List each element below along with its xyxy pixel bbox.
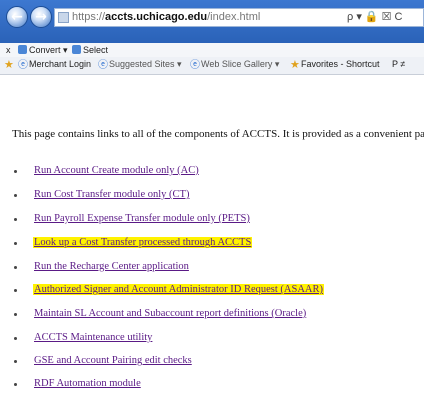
bullet-icon xyxy=(14,170,17,173)
favorites-bar: ★ ⓔMerchant Login ⓔSuggested Sites ▾ ⓔWe… xyxy=(0,57,424,75)
link-asaar-request[interactable]: Authorized Signer and Account Administra… xyxy=(33,284,324,295)
back-arrow-icon: ← xyxy=(11,9,23,25)
link-gse-account-pairing[interactable]: GSE and Account Pairing edit checks xyxy=(33,355,193,366)
address-bar[interactable]: https://accts.uchicago.edu/index.html ρ … xyxy=(54,8,424,27)
favorite-label: P ≠ xyxy=(392,59,406,69)
convert-icon xyxy=(18,45,27,54)
back-button[interactable]: ← xyxy=(6,6,28,28)
url-text[interactable]: https://accts.uchicago.edu/index.html xyxy=(72,9,260,26)
url-path: /index.html xyxy=(207,11,261,23)
favorite-label: Favorites - Shortcut xyxy=(301,59,380,69)
forward-arrow-icon: → xyxy=(35,9,47,25)
ie-page-icon: ⓔ xyxy=(18,60,28,71)
browser-titlebar: ← → https://accts.uchicago.edu/index.htm… xyxy=(0,0,424,43)
bullet-icon xyxy=(14,242,17,245)
ie-page-icon: ⓔ xyxy=(190,60,200,71)
url-prefix: https:// xyxy=(72,11,106,23)
url-host: accts.uchicago.edu xyxy=(105,11,208,23)
forward-button[interactable]: → xyxy=(30,6,52,28)
favorites-shortcut-icon: ★ xyxy=(290,59,300,71)
favorite-p[interactable]: P ≠ xyxy=(392,59,405,69)
favorites-star-button[interactable]: ★ xyxy=(4,59,15,71)
link-run-payroll-expense-transfer[interactable]: Run Payroll Expense Transfer module only… xyxy=(33,213,251,224)
favorite-merchant-login[interactable]: ⓔMerchant Login xyxy=(18,59,92,71)
command-toolbar: x Convert ▾ Select xyxy=(0,43,424,57)
bullet-icon xyxy=(14,218,17,221)
select-label: Select xyxy=(83,45,109,55)
favorite-suggested-sites[interactable]: ⓔSuggested Sites ▾ xyxy=(98,59,182,71)
close-toolbar-button[interactable]: x xyxy=(6,45,11,55)
link-maintain-sl-account[interactable]: Maintain SL Account and Subaccount repor… xyxy=(33,308,307,319)
favorite-favorites-shortcut[interactable]: ★Favorites - Shortcut xyxy=(290,59,380,71)
link-run-cost-transfer[interactable]: Run Cost Transfer module only (CT) xyxy=(33,189,190,200)
bullet-icon xyxy=(14,337,17,340)
site-icon xyxy=(58,12,69,23)
convert-label: Convert xyxy=(29,45,61,55)
favorite-web-slice-gallery[interactable]: ⓔWeb Slice Gallery ▾ xyxy=(190,59,280,71)
bullet-icon xyxy=(14,383,17,386)
select-button[interactable]: Select xyxy=(72,45,108,55)
address-tools[interactable]: ρ ▾ 🔒 ☒ C xyxy=(347,9,403,26)
link-rdf-automation[interactable]: RDF Automation module xyxy=(33,378,142,389)
favorite-label: Merchant Login xyxy=(29,59,92,69)
bullet-icon xyxy=(14,313,17,316)
link-recharge-center[interactable]: Run the Recharge Center application xyxy=(33,261,190,272)
favorites-star-icon: ★ xyxy=(4,59,14,71)
bullet-icon xyxy=(14,194,17,197)
favorite-label: Web Slice Gallery ▾ xyxy=(201,59,280,69)
bullet-icon xyxy=(14,360,17,363)
intro-text: This page contains links to all of the c… xyxy=(12,128,424,140)
bullet-icon xyxy=(14,266,17,269)
link-accts-maintenance[interactable]: ACCTS Maintenance utility xyxy=(33,332,153,343)
bullet-icon xyxy=(14,289,17,292)
convert-button[interactable]: Convert ▾ xyxy=(18,45,68,56)
ie-page-icon: ⓔ xyxy=(98,60,108,71)
link-lookup-cost-transfer[interactable]: Look up a Cost Transfer processed throug… xyxy=(33,237,253,248)
link-run-account-create[interactable]: Run Account Create module only (AC) xyxy=(33,165,200,176)
select-icon xyxy=(72,45,81,54)
favorite-label: Suggested Sites ▾ xyxy=(109,59,182,69)
